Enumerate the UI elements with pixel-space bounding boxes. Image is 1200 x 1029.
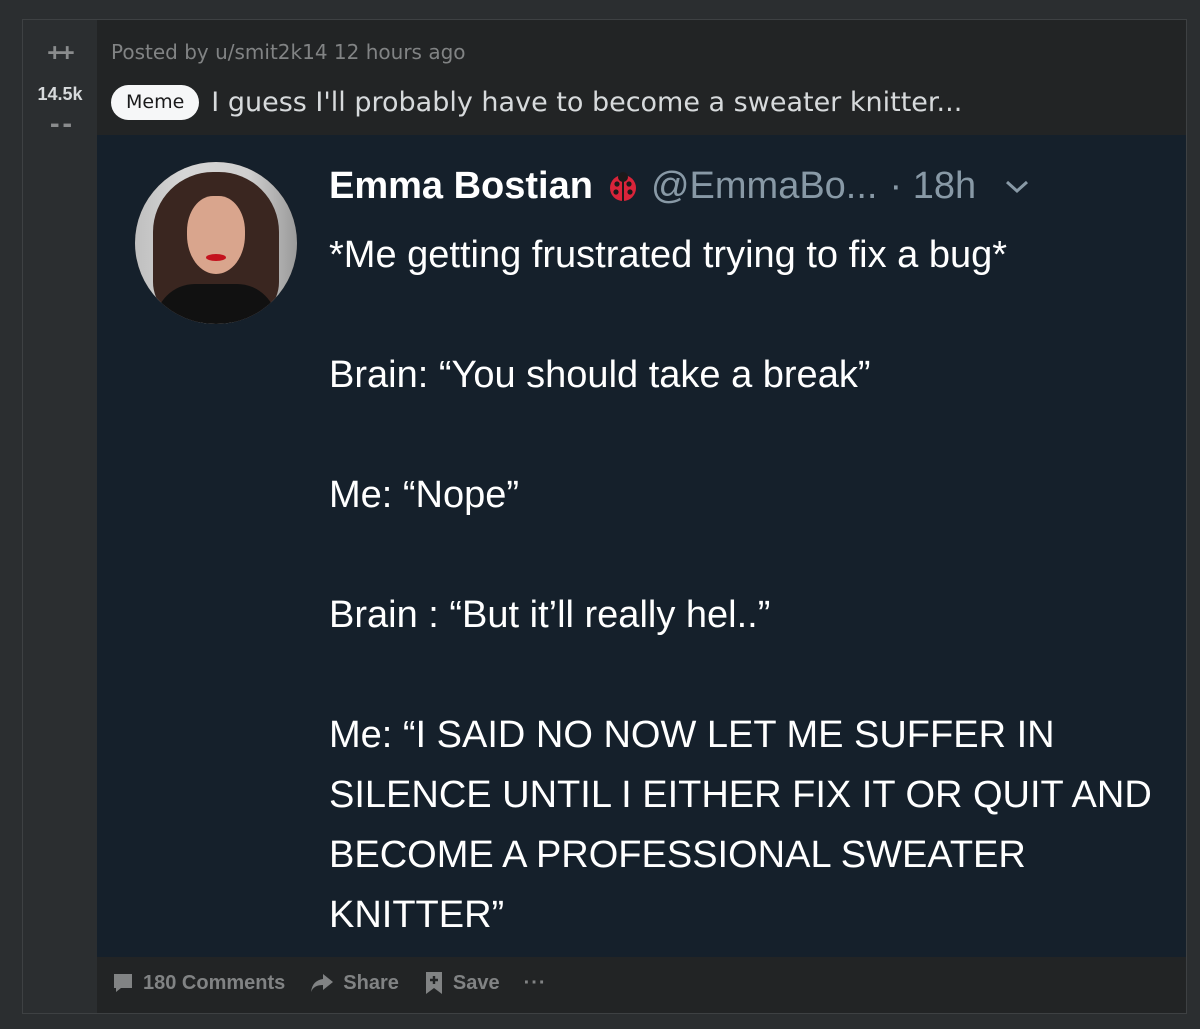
save-label: Save bbox=[452, 971, 500, 994]
tweet-line: Brain: “You should take a break” bbox=[329, 354, 871, 396]
post-image[interactable]: Emma Bostian @EmmaBo... · 18h *Me gettin… bbox=[97, 135, 1186, 957]
more-options-button[interactable]: ··· bbox=[524, 972, 547, 995]
post-title[interactable]: I guess I'll probably have to become a s… bbox=[211, 87, 962, 118]
save-button[interactable]: Save bbox=[423, 970, 500, 996]
comments-button[interactable]: 180 Comments bbox=[111, 971, 285, 995]
comment-icon bbox=[114, 974, 132, 992]
vote-column: ++ 14.5k -- bbox=[23, 20, 97, 1013]
post-actions: 180 Comments Share Save ··· bbox=[111, 970, 547, 996]
post-meta[interactable]: Posted by u/smit2k14 12 hours ago bbox=[111, 40, 466, 64]
tweet-line: Brain : “But it’ll really hel..” bbox=[329, 594, 771, 636]
bookmark-plus-icon bbox=[425, 972, 442, 994]
upvote-button[interactable]: ++ bbox=[37, 38, 83, 66]
share-label: Share bbox=[343, 971, 399, 994]
downvote-button[interactable]: -- bbox=[37, 112, 83, 136]
avatar bbox=[135, 162, 297, 324]
flair-badge[interactable]: Meme bbox=[111, 84, 200, 120]
vote-count: 14.5k bbox=[37, 84, 83, 104]
tweet-handle: @EmmaBo... bbox=[650, 165, 878, 207]
comments-label: 180 Comments bbox=[143, 971, 286, 994]
tweet-text: *Me getting frustrated trying to fix a b… bbox=[329, 225, 1159, 945]
post-card[interactable]: ++ 14.5k -- Posted by u/smit2k14 12 hour… bbox=[22, 19, 1187, 1014]
tweet-header: Emma Bostian @EmmaBo... · 18h bbox=[329, 165, 1030, 208]
tweet-line: Me: “I SAID NO NOW LET ME SUFFER IN SILE… bbox=[329, 714, 1152, 936]
tweet-author-name: Emma Bostian bbox=[329, 165, 593, 207]
tweet-line: Me: “Nope” bbox=[329, 474, 520, 516]
chevron-down-icon bbox=[1006, 180, 1029, 193]
share-icon bbox=[311, 974, 334, 992]
tweet-time: · 18h bbox=[889, 165, 977, 207]
share-button[interactable]: Share bbox=[309, 971, 399, 995]
ladybug-icon bbox=[609, 171, 636, 201]
tweet-line: *Me getting frustrated trying to fix a b… bbox=[329, 234, 1008, 276]
title-row: Meme I guess I'll probably have to becom… bbox=[111, 81, 962, 123]
